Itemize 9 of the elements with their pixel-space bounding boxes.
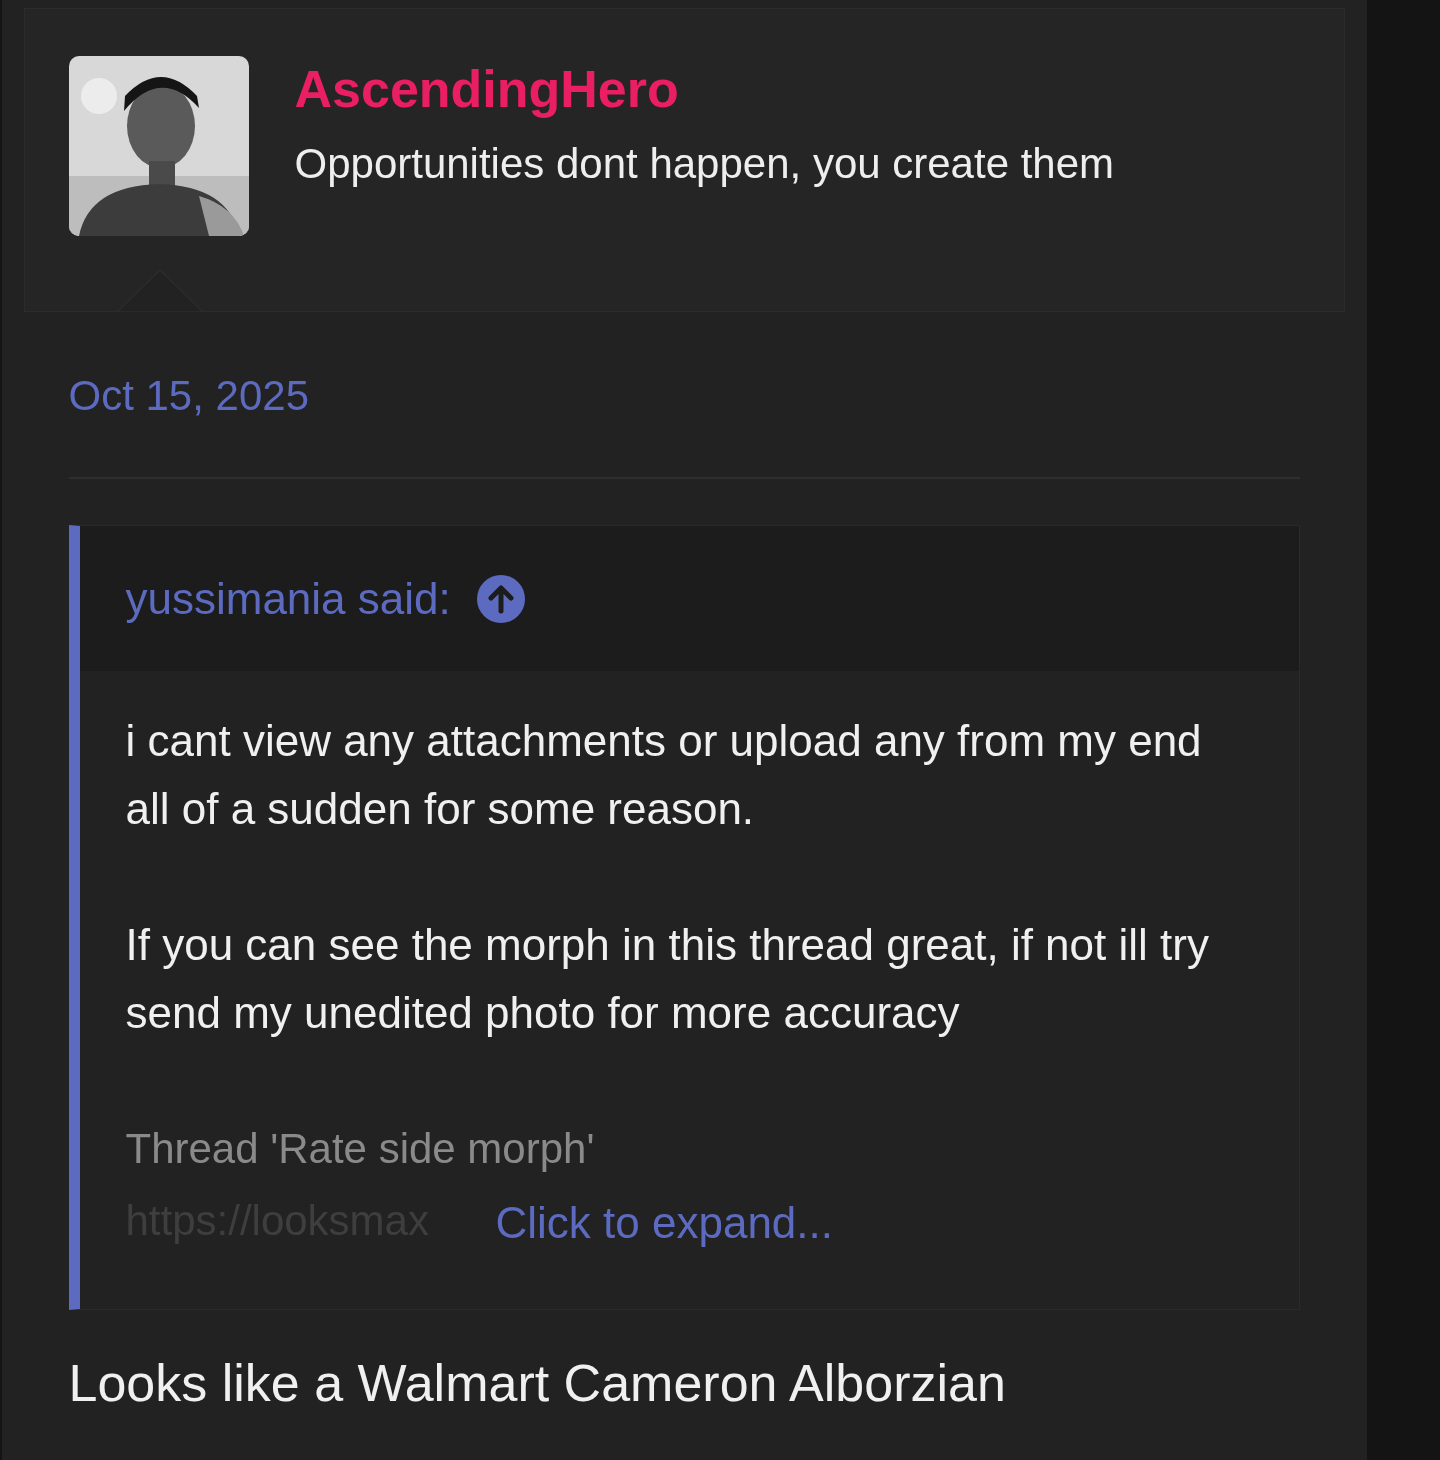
quote-paragraph: If you can see the morph in this thread great, if not ill try send my unedited photo for more accuracy — [125, 919, 1210, 1039]
quote-attribution[interactable]: yussimania said: — [125, 565, 451, 632]
user-tagline: Opportunities dont happen, you create them — [294, 139, 1115, 190]
post-date[interactable]: Oct 15, 2025 — [68, 364, 1300, 427]
expand-link[interactable]: Click to expand... — [495, 1195, 833, 1251]
post-text: Looks like a Walmart Cameron Alborzian — [68, 1353, 1007, 1414]
username[interactable]: AscendingHero — [294, 58, 1115, 121]
thread-title: Thread 'Rate side morph' — [125, 1124, 596, 1174]
quote-paragraph: i cant view any attachments or upload any from my end all of a sudden for some reason. — [125, 715, 1203, 835]
